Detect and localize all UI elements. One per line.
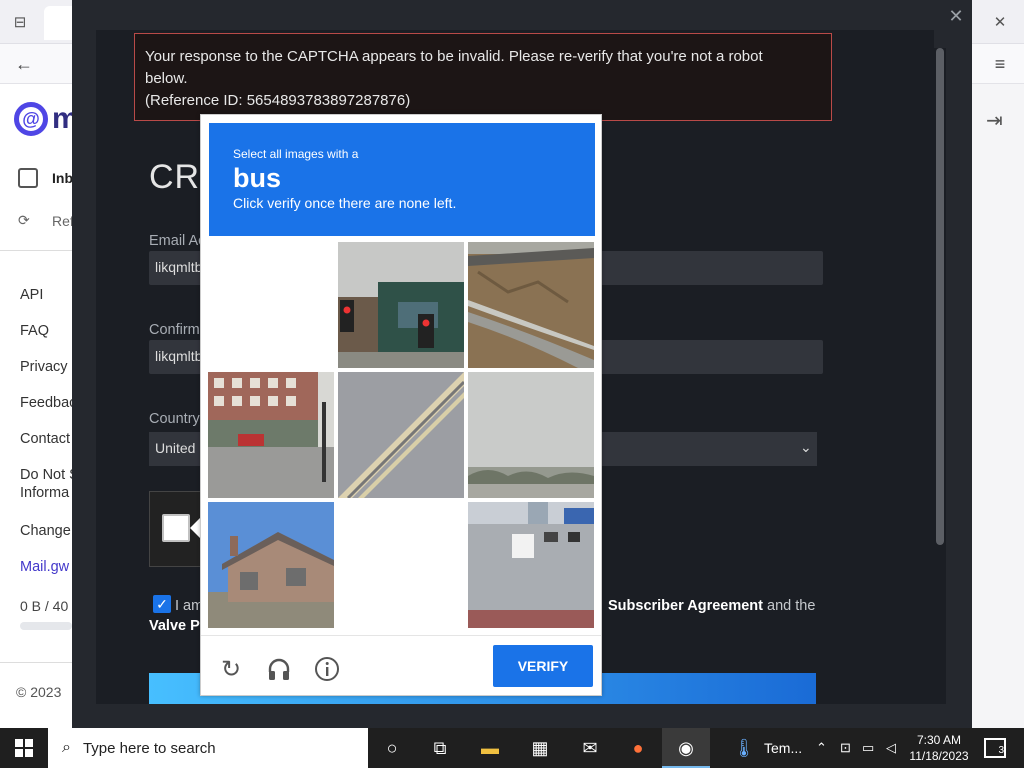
agree-text: I am (175, 598, 204, 614)
sidebar-item-inbox[interactable]: Inb (18, 168, 73, 188)
divider (0, 250, 72, 251)
captcha-verify-hint: Click verify once there are none left. (233, 195, 457, 211)
taskbar: ⌕ Type here to search ○ ⧉ ▬ ▦ ✉ ● ◉ 🌡 Te… (0, 728, 1024, 768)
inbox-icon (18, 168, 38, 188)
storage-usage: 0 B / 40 (20, 598, 69, 614)
back-icon[interactable]: ← (12, 52, 36, 76)
chevron-down-icon: ⌄ (800, 439, 812, 455)
link-api[interactable]: API (20, 286, 43, 304)
tile-street-cars[interactable] (468, 502, 594, 628)
close-icon[interactable]: ✕ (946, 6, 966, 26)
verify-button[interactable]: VERIFY (493, 645, 593, 687)
recaptcha-challenge: Select all images with a bus Click verif… (200, 114, 602, 696)
thermometer-icon[interactable]: 🌡 (730, 734, 758, 762)
link-do-not-sell[interactable]: Do Not S (20, 466, 79, 484)
agree-checkbox[interactable]: ✓ (153, 595, 171, 613)
captcha-instructions: Select all images with a bus Click verif… (209, 123, 595, 236)
cortana-icon[interactable]: ○ (378, 734, 406, 762)
clock-time: 7:30 AM (916, 733, 962, 747)
tile-guardrail[interactable] (468, 242, 594, 368)
reload-icon[interactable]: ↻ (217, 655, 245, 683)
search-placeholder: Type here to search (82, 739, 216, 757)
meet-now-icon[interactable]: ⊡ (840, 740, 851, 756)
subscriber-agreement-link[interactable]: Subscriber Agreement (608, 598, 763, 614)
search-icon: ⌕ (62, 739, 71, 756)
error-line-1: Your response to the CAPTCHA appears to … (145, 48, 763, 65)
link-mail-gw[interactable]: Mail.gw (20, 558, 69, 576)
clock-date: 11/18/2023 (909, 749, 969, 763)
agree-text-tail: and the (762, 598, 816, 614)
mail-logo-icon: @ (14, 102, 48, 136)
windows-icon (15, 739, 33, 757)
tile-house[interactable] (208, 502, 334, 628)
scrollbar-thumb[interactable] (936, 48, 944, 545)
link-faq[interactable]: FAQ (20, 322, 49, 340)
logout-icon[interactable]: ⇥ (986, 108, 1003, 133)
steam-icon[interactable]: ◉ (672, 734, 700, 762)
notification-count: 3 (998, 745, 1004, 756)
close-window-icon[interactable]: ✕ (990, 12, 1010, 32)
sidebar-item-label: Ref (52, 212, 74, 229)
agree-text-right: Subscriber Agreement and the (608, 598, 815, 614)
refresh-icon: ⟳ (18, 212, 30, 228)
sidebar-item-label: Inb (52, 170, 73, 186)
tile-road-marking[interactable] (338, 372, 464, 498)
taskbar-search[interactable]: ⌕ Type here to search (48, 728, 368, 768)
captcha-error-message: Your response to the CAPTCHA appears to … (134, 33, 832, 121)
captcha-target-object: bus (233, 163, 282, 193)
task-view-icon[interactable]: ⧉ (426, 734, 454, 762)
footer-copyright: © 2023 (16, 684, 62, 700)
tab-overview-icon[interactable]: ⊟ (10, 12, 30, 32)
sidebar-item-refresh[interactable]: ⟳ Ref (18, 212, 74, 229)
info-icon[interactable] (313, 655, 341, 683)
headphones-icon[interactable] (265, 655, 293, 683)
store-icon[interactable]: ▦ (526, 734, 554, 762)
recaptcha-checkbox[interactable] (162, 514, 190, 542)
network-icon[interactable]: ▭ (862, 740, 874, 756)
confirm-email-label: Confirm (149, 322, 200, 338)
tile-building-street[interactable] (208, 372, 334, 498)
tile-blank-2[interactable] (338, 502, 464, 628)
divider (0, 662, 72, 663)
link-change[interactable]: Change (20, 522, 71, 540)
valve-privacy-link[interactable]: Valve Pr (149, 618, 205, 634)
mail-icon[interactable]: ✉ (576, 734, 604, 762)
link-contact[interactable]: Contact (20, 430, 70, 448)
tile-sky-trees[interactable] (468, 372, 594, 498)
link-feedback[interactable]: Feedbac (20, 394, 76, 412)
divider (201, 635, 601, 636)
right-panel (972, 84, 1024, 728)
temperature-app-label[interactable]: Tem... (764, 740, 802, 756)
start-button[interactable] (0, 728, 48, 768)
captcha-pointer (190, 518, 200, 538)
country-label: Country (149, 411, 200, 427)
link-information[interactable]: Informa (20, 484, 69, 502)
menu-icon[interactable]: ≡ (988, 52, 1012, 76)
email-label: Email Ac (149, 233, 206, 249)
tile-blank-1[interactable] (208, 242, 334, 368)
file-explorer-icon[interactable]: ▬ (476, 734, 504, 762)
tile-traffic-light[interactable] (338, 242, 464, 368)
error-reference-id: (Reference ID: 5654893783897287876) (145, 92, 411, 109)
clock[interactable]: 7:30 AM 11/18/2023 (906, 732, 972, 764)
link-privacy[interactable]: Privacy (20, 358, 68, 376)
volume-icon[interactable]: ◁ (886, 740, 896, 756)
firefox-icon[interactable]: ● (624, 734, 652, 762)
captcha-instruction-text: Select all images with a (233, 147, 359, 161)
error-line-2: below. (145, 70, 188, 87)
notification-icon[interactable]: 3 (984, 738, 1006, 758)
chevron-up-icon[interactable]: ⌃ (816, 740, 827, 756)
storage-usage-bar (20, 622, 72, 630)
